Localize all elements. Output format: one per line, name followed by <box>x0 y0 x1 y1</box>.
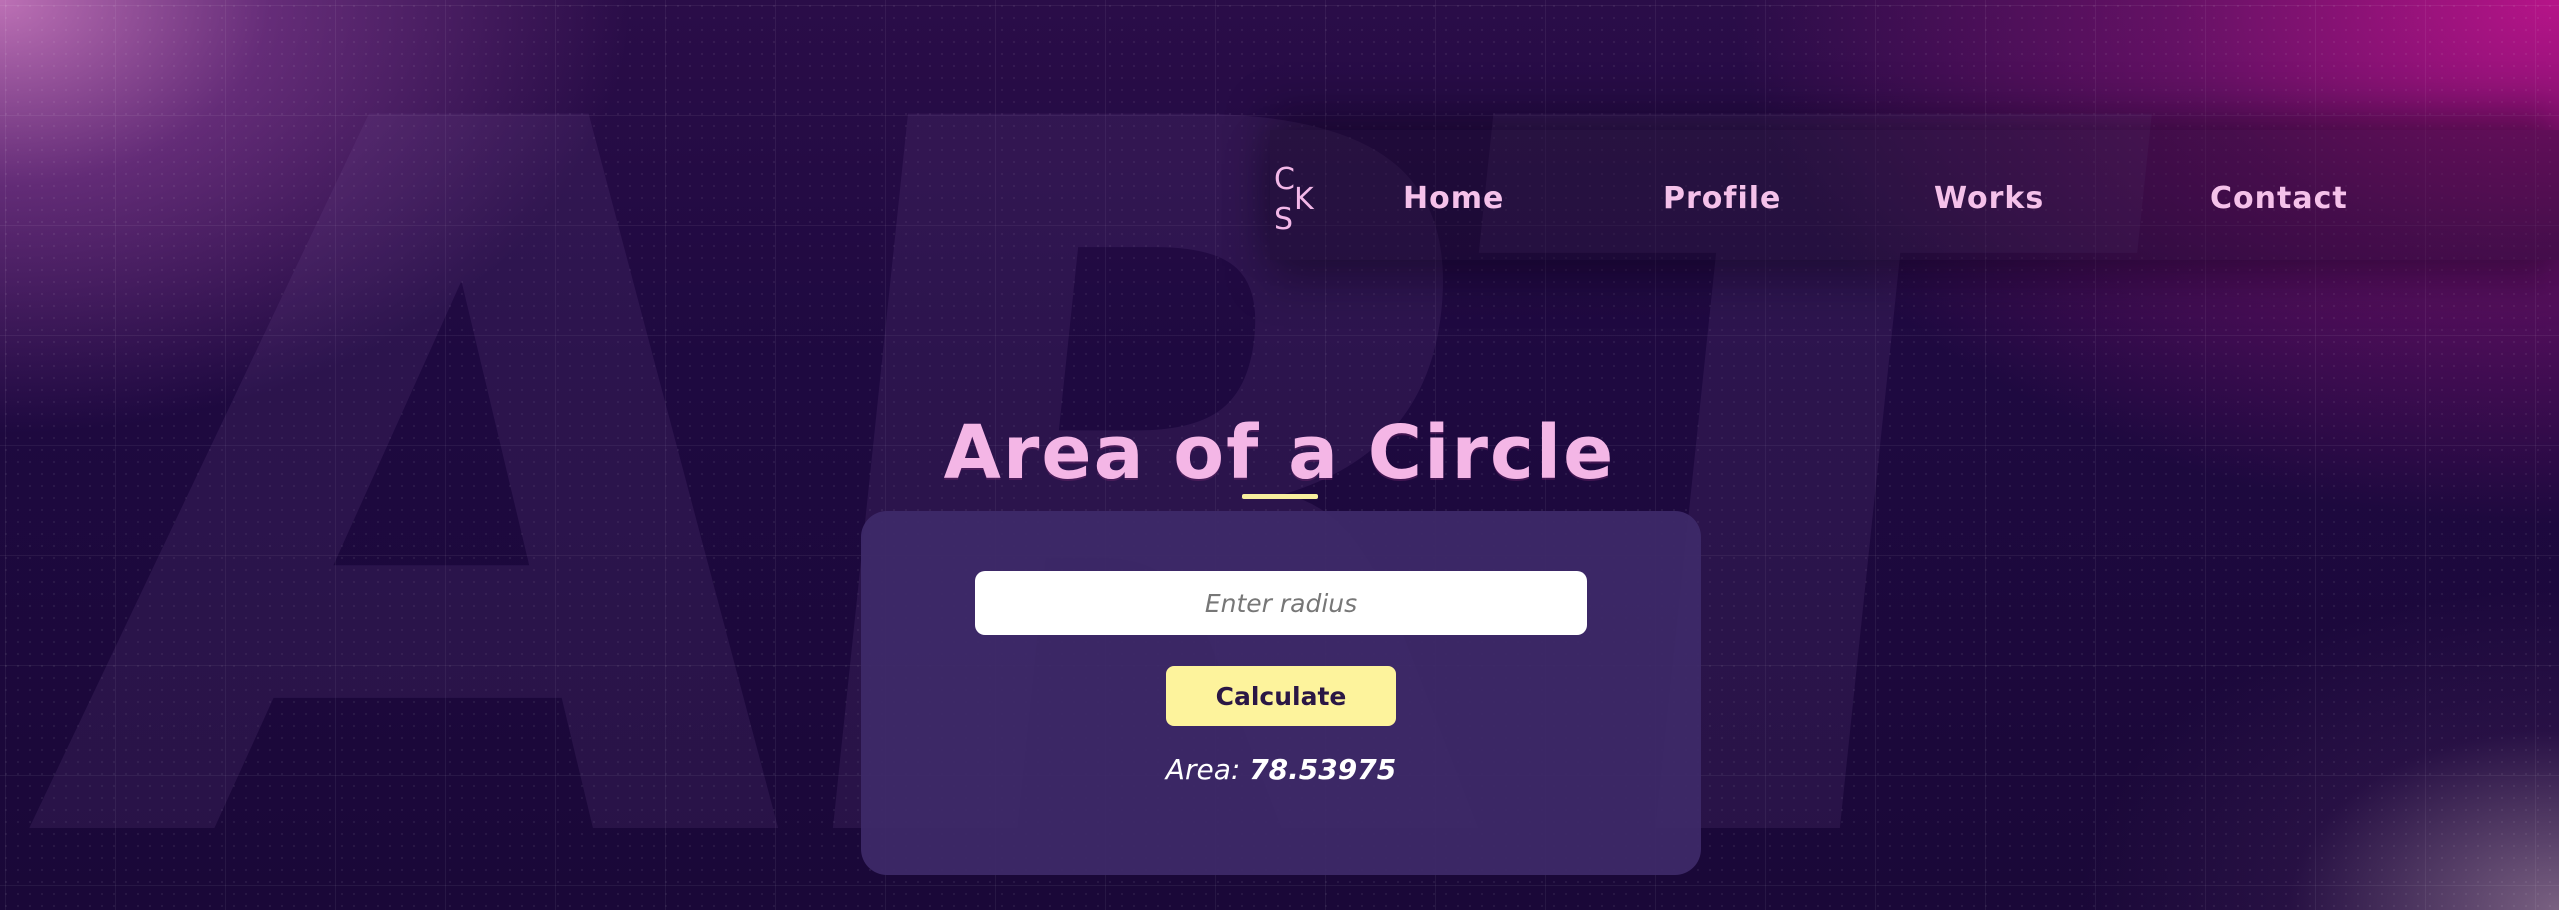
area-result-value: 78.53975 <box>1249 753 1397 786</box>
svg-text:C: C <box>1274 163 1295 197</box>
radius-input[interactable] <box>975 571 1587 635</box>
nav-link-home[interactable]: Home <box>1403 181 1504 216</box>
svg-text:K: K <box>1294 182 1315 217</box>
page-title: Area of a Circle <box>943 409 1616 496</box>
top-navigation: C K S Home Profile Works Contact <box>1270 155 2559 245</box>
logo-mark-icon: C K S <box>1274 162 1315 237</box>
nav-link-works[interactable]: Works <box>1934 181 2044 216</box>
title-underline <box>1242 494 1318 499</box>
area-result: Area: 78.53975 <box>861 753 1701 786</box>
calculate-button[interactable]: Calculate <box>1166 666 1396 726</box>
csk-logo[interactable]: C K S <box>1270 162 1340 237</box>
calculator-card: Calculate Area: 78.53975 <box>861 511 1701 875</box>
area-result-label: Area: <box>1165 753 1241 786</box>
nav-link-contact[interactable]: Contact <box>2210 181 2348 216</box>
svg-text:S: S <box>1274 202 1293 233</box>
nav-link-profile[interactable]: Profile <box>1663 181 1781 216</box>
